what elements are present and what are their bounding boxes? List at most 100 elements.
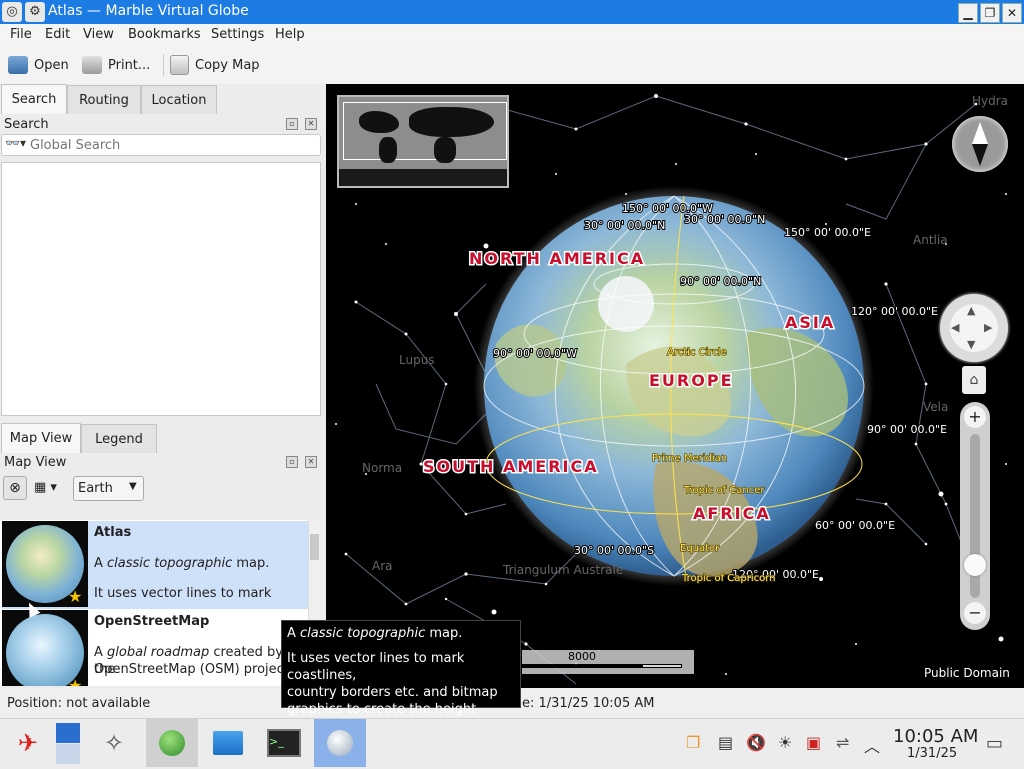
scale-bar-segment	[642, 664, 682, 668]
label-vela: Vela	[923, 400, 948, 414]
label-tropic-capricorn: Tropic of Capricorn	[681, 573, 776, 584]
taskbar-file-manager[interactable]	[202, 719, 254, 767]
tab-location[interactable]: Location	[141, 85, 217, 114]
workspace-switcher[interactable]	[56, 744, 80, 764]
search-input[interactable]	[28, 136, 318, 154]
grid-label: 120° 00' 00.0"E	[851, 305, 938, 318]
print-button[interactable]: Print...	[82, 52, 150, 78]
map-theme-title: OpenStreetMap	[94, 614, 210, 629]
taskbar-marble-globe[interactable]	[146, 719, 198, 767]
grid-label: 90° 00' 00.0"W	[493, 347, 577, 360]
scrollbar-thumb[interactable]	[310, 534, 319, 560]
menu-file[interactable]: File	[10, 27, 32, 42]
toolbar: Open Print... Copy Map	[0, 46, 1024, 85]
tools-icon: ✧	[103, 729, 125, 757]
map-theme-desc-line1: A classic topographic map.	[94, 556, 270, 571]
window-title: Atlas — Marble Virtual Globe	[48, 3, 249, 19]
overview-map[interactable]	[337, 95, 509, 188]
globe-app-icon	[159, 730, 185, 756]
label-arctic-circle: Arctic Circle	[667, 347, 727, 358]
show-desktop-icon[interactable]: ▭	[986, 733, 1003, 754]
pan-down-icon[interactable]: ▼	[967, 338, 975, 351]
open-button[interactable]: Open	[8, 52, 69, 78]
osm-thumbnail: ★	[2, 610, 88, 686]
window-menu-icon[interactable]: ⚙	[25, 2, 45, 22]
overview-landmass	[379, 137, 397, 163]
grid-label: 150° 00' 00.0"E	[784, 226, 871, 239]
grid-label: 30° 00' 00.0"N	[584, 219, 665, 232]
clock-time[interactable]: 10:05 AM	[893, 726, 978, 747]
map-theme-title: Atlas	[94, 525, 132, 540]
map-theme-openstreetmap[interactable]: ★ OpenStreetMap A global roadmap created…	[2, 610, 308, 686]
network-icon[interactable]: ⇌	[836, 733, 849, 752]
home-button[interactable]: ⌂	[962, 366, 986, 394]
chevron-up-icon[interactable]: ︿	[864, 733, 880, 757]
label-prime-meridian: Prime Meridian	[652, 453, 727, 464]
search-results-list[interactable]	[1, 162, 321, 416]
label-norma: Norma	[362, 461, 402, 475]
save-disk-icon[interactable]: ▣	[806, 733, 821, 752]
zoom-out-button[interactable]: −	[964, 602, 986, 624]
workspace-switcher[interactable]	[56, 723, 80, 743]
tab-routing[interactable]: Routing	[67, 85, 141, 114]
pan-right-icon[interactable]: ▶	[984, 321, 992, 334]
binoculars-icon[interactable]: 👓▾	[5, 136, 26, 150]
scale-bar-value: 8000	[568, 650, 596, 663]
attribution-label: Public Domain	[924, 666, 1010, 680]
map-theme-atlas[interactable]: ★ Atlas A classic topographic map. It us…	[2, 521, 308, 609]
compass-icon	[952, 116, 1008, 172]
position-status: Position: not available	[7, 696, 151, 711]
view-mode-dropdown[interactable]: ▦ ▾	[34, 480, 57, 495]
clipboard-icon[interactable]: ▤	[718, 733, 733, 752]
tooltip-line3: country borders etc. and bitmap	[287, 685, 498, 700]
taskbar-terminal[interactable]: >_	[258, 719, 310, 767]
brightness-icon[interactable]: ☀	[778, 733, 792, 752]
tab-routing-label: Routing	[79, 92, 129, 108]
tooltip-line1: A classic topographic map.	[287, 626, 463, 641]
label-triangulum: Triangulum Australe	[502, 563, 623, 577]
globe-map-view[interactable]: NORTH AMERICA SOUTH AMERICA EUROPE ASIA …	[326, 84, 1024, 688]
close-panel-icon[interactable]: ✕	[305, 456, 317, 468]
celestial-body-select[interactable]: Earth ▼	[73, 476, 144, 501]
float-panel-icon[interactable]: ▫	[286, 118, 298, 130]
restore-button[interactable]: ❐	[980, 3, 1000, 23]
menu-edit[interactable]: Edit	[45, 27, 70, 42]
grid-label: 90° 00' 00.0"N	[680, 275, 761, 288]
grid-label: 30° 00' 00.0"S	[574, 544, 654, 557]
title-bar: ◎ ⚙ Atlas — Marble Virtual Globe ▁ ❐ ✕	[0, 0, 1024, 24]
menu-view[interactable]: View	[83, 27, 114, 42]
favorite-star-icon[interactable]: ★	[68, 587, 82, 606]
favorite-star-icon[interactable]: ★	[68, 676, 82, 686]
tab-map-view[interactable]: Map View	[1, 423, 81, 453]
close-button[interactable]: ✕	[1002, 3, 1022, 23]
marble-app-icon[interactable]: ◎	[2, 2, 22, 22]
folder-icon	[213, 731, 243, 755]
menu-help[interactable]: Help	[275, 27, 305, 42]
copy-icon	[170, 55, 189, 75]
pan-left-icon[interactable]: ◀	[951, 321, 959, 334]
float-panel-icon[interactable]: ▫	[286, 456, 298, 468]
start-menu-button[interactable]: ✈	[2, 719, 54, 767]
zoom-in-button[interactable]: +	[964, 406, 986, 428]
label-tropic-cancer: Tropic of Cancer	[683, 485, 765, 496]
menu-settings[interactable]: Settings	[211, 27, 264, 42]
pan-up-icon[interactable]: ▲	[967, 304, 975, 317]
close-panel-icon[interactable]: ✕	[305, 118, 317, 130]
projection-globe-button[interactable]: ⊗	[3, 476, 27, 500]
chat-icon[interactable]: ❐	[686, 733, 700, 752]
tab-legend-label: Legend	[95, 431, 143, 447]
menu-bookmarks[interactable]: Bookmarks	[128, 27, 201, 42]
pan-control[interactable]: ▲ ▼ ◀ ▶	[940, 294, 1008, 362]
map-theme-list: ★ Atlas A classic topographic map. It us…	[0, 520, 320, 686]
zoom-slider-handle[interactable]	[964, 554, 986, 576]
taskbar-marble-active[interactable]	[314, 719, 366, 767]
copy-map-button[interactable]: Copy Map	[170, 52, 260, 78]
clock-date[interactable]: 1/31/25	[907, 746, 957, 761]
tab-search[interactable]: Search	[1, 84, 67, 114]
volume-muted-icon[interactable]: 🔇	[746, 733, 766, 752]
tab-legend[interactable]: Legend	[81, 424, 157, 453]
taskbar-settings[interactable]: ✧	[88, 719, 140, 767]
compass-south	[972, 144, 988, 166]
minimize-button[interactable]: ▁	[958, 3, 978, 23]
chevron-down-icon: ▼	[129, 481, 137, 492]
